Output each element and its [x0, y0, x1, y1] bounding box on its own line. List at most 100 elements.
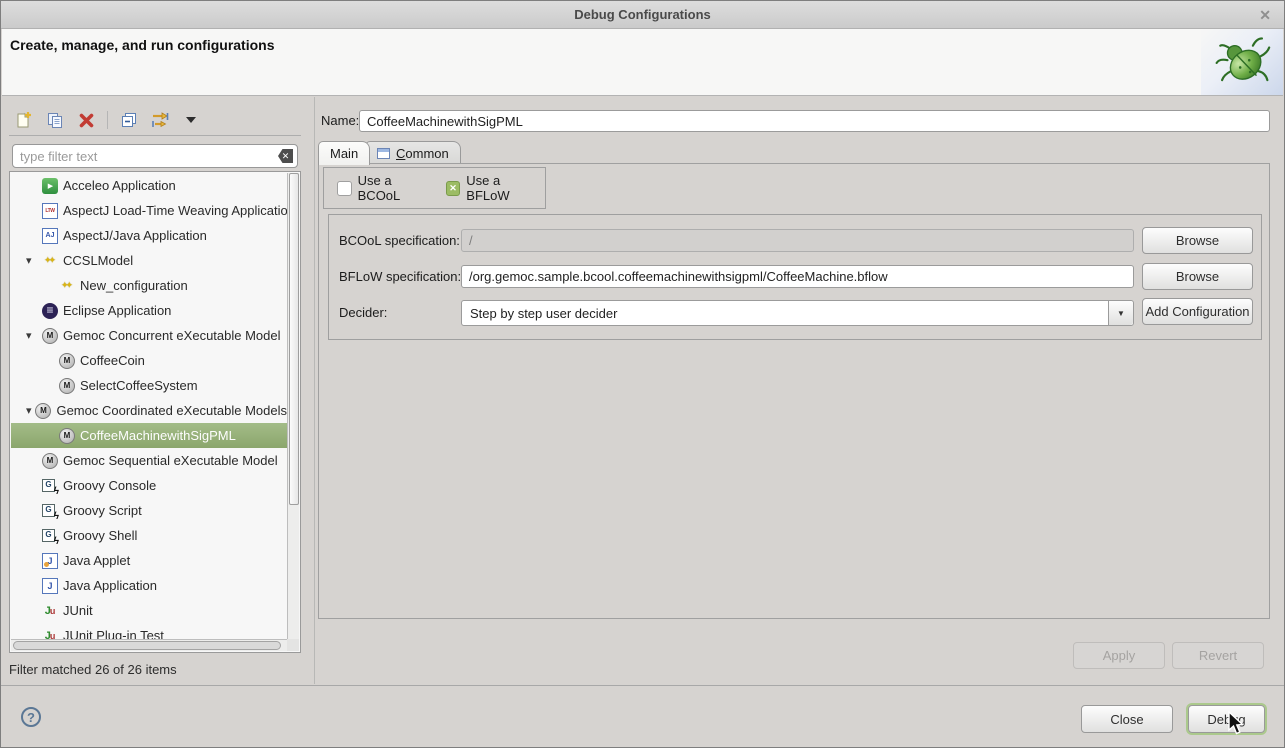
groovy-icon: [42, 478, 58, 494]
bflow-browse-button[interactable]: Browse: [1142, 263, 1253, 290]
window-close-icon[interactable]: ✕: [1259, 6, 1271, 24]
use-bflow-label: Use a BFLoW: [466, 173, 545, 203]
window-titlebar[interactable]: Debug Configurations ✕: [1, 1, 1284, 29]
common-tab-icon: [377, 148, 390, 159]
toolbar-menu-dropdown-icon[interactable]: [181, 110, 201, 130]
toolbar-separator: [107, 111, 108, 129]
tree-item[interactable]: Eclipse Application: [11, 298, 287, 323]
ccsl-icon: [42, 253, 58, 269]
horizontal-scroll-thumb[interactable]: [13, 641, 281, 650]
tree-item[interactable]: ▾ Gemoc Concurrent eXecutable Model: [11, 323, 287, 348]
dialog-button-bar: ? Close Debug: [1, 685, 1284, 747]
decider-value: Step by step user decider: [462, 306, 1108, 321]
tree-item[interactable]: Groovy Console: [11, 473, 287, 498]
tree-item[interactable]: SelectCoffeeSystem: [11, 373, 287, 398]
bflow-spec-input[interactable]: [461, 265, 1134, 288]
tree-item[interactable]: Java Application: [11, 573, 287, 598]
tab-main[interactable]: Main: [318, 141, 370, 165]
bcool-spec-input: [461, 229, 1134, 252]
tree-horizontal-scrollbar[interactable]: [11, 639, 287, 651]
tree-item[interactable]: Gemoc Sequential eXecutable Model: [11, 448, 287, 473]
tree-item[interactable]: ▾ Gemoc Coordinated eXecutable Models: [11, 398, 287, 423]
help-button[interactable]: ?: [21, 707, 41, 727]
mouse-cursor: [1226, 711, 1246, 737]
tree-item[interactable]: Java Applet: [11, 548, 287, 573]
language-choice-group: Use a BCOoL Use a BFLoW: [323, 167, 546, 209]
launch-configurations-tree: Acceleo Application AspectJ Load-Time We…: [9, 171, 301, 653]
name-input[interactable]: [359, 110, 1270, 132]
expander-arrow-icon[interactable]: ▾: [23, 329, 42, 342]
tree-item[interactable]: Groovy Shell: [11, 523, 287, 548]
acceleo-icon: [42, 178, 58, 194]
bcool-browse-button[interactable]: Browse: [1142, 227, 1253, 254]
use-bcool-label: Use a BCOoL: [358, 173, 436, 203]
checkbox-checked-icon[interactable]: [446, 181, 461, 196]
combo-dropdown-icon[interactable]: ▼: [1108, 301, 1133, 325]
use-bcool-checkbox[interactable]: Use a BCOoL: [337, 173, 436, 203]
junit-icon: [42, 603, 58, 619]
duplicate-configuration-icon[interactable]: [45, 110, 65, 130]
groovy-icon: [42, 528, 58, 544]
tree-item[interactable]: JUnit: [11, 598, 287, 623]
launch-types-panel: ✕ Acceleo Application AspectJ Load-Time …: [9, 105, 301, 684]
add-configuration-button[interactable]: Add Configuration: [1142, 298, 1253, 325]
groovy-icon: [42, 503, 58, 519]
decider-combo[interactable]: Step by step user decider ▼: [461, 300, 1134, 326]
filter-configurations-icon[interactable]: [150, 110, 170, 130]
dialog-header: Create, manage, and run configurations: [2, 29, 1283, 96]
gemoc-icon: [42, 453, 58, 469]
expander-arrow-icon[interactable]: ▾: [23, 254, 42, 267]
bcool-spec-label: BCOoL specification:: [339, 233, 460, 248]
junit-plugin-icon: [42, 628, 58, 640]
tree-item[interactable]: JUnit Plug-in Test: [11, 623, 287, 639]
bflow-spec-label: BFLoW specification:: [339, 269, 461, 284]
window-title: Debug Configurations: [574, 7, 711, 22]
main-tab-content: Use a BCOoL Use a BFLoW BCOoL specificat…: [318, 163, 1270, 619]
gemoc-icon: [59, 428, 75, 444]
specification-group: BCOoL specification: Browse BFLoW specif…: [328, 214, 1262, 340]
tree-item[interactable]: AspectJ/Java Application: [11, 223, 287, 248]
aspectj-java-icon: [42, 228, 58, 244]
revert-button[interactable]: Revert: [1172, 642, 1264, 669]
aspectj-ltw-icon: [42, 203, 58, 219]
tree-item[interactable]: AspectJ Load-Time Weaving Application: [11, 198, 287, 223]
apply-button[interactable]: Apply: [1073, 642, 1165, 669]
dialog-header-title: Create, manage, and run configurations: [10, 37, 275, 53]
tree-item[interactable]: Acceleo Application: [11, 173, 287, 198]
gemoc-icon: [59, 353, 75, 369]
ccsl-icon: [59, 278, 75, 294]
gemoc-icon: [35, 403, 51, 419]
gemoc-icon: [59, 378, 75, 394]
name-label: Name:: [321, 113, 359, 128]
java-applet-icon: [42, 553, 58, 569]
question-mark-icon: ?: [27, 710, 35, 725]
tree-item[interactable]: New_configuration: [11, 273, 287, 298]
gemoc-icon: [42, 328, 58, 344]
bug-icon: [1213, 33, 1271, 91]
tree-item[interactable]: ▾ CCSLModel: [11, 248, 287, 273]
checkbox-unchecked-icon[interactable]: [337, 181, 352, 196]
tree-item[interactable]: CoffeeCoin: [11, 348, 287, 373]
filter-status-text: Filter matched 26 of 26 items: [9, 662, 177, 677]
tree-item[interactable]: CoffeeMachinewithSigPML: [11, 423, 287, 448]
expander-arrow-icon[interactable]: ▾: [23, 404, 35, 417]
tree-item[interactable]: Groovy Script: [11, 498, 287, 523]
collapse-all-icon[interactable]: [119, 110, 139, 130]
tab-common[interactable]: Common: [365, 141, 461, 164]
tree-vertical-scrollbar[interactable]: [287, 173, 299, 639]
debug-configurations-dialog: Debug Configurations ✕ Create, manage, a…: [0, 0, 1285, 748]
filter-input[interactable]: [12, 144, 298, 168]
java-application-icon: [42, 578, 58, 594]
configuration-editor-panel: Name: Main Common Use a BCOoL Use a BFLo…: [314, 97, 1278, 684]
config-tree-rows: Acceleo Application AspectJ Load-Time We…: [11, 173, 287, 639]
decider-label: Decider:: [339, 305, 387, 320]
close-button[interactable]: Close: [1081, 705, 1173, 733]
vertical-scroll-thumb[interactable]: [289, 173, 299, 505]
debug-banner: [1201, 29, 1283, 95]
new-configuration-icon[interactable]: [14, 110, 34, 130]
delete-configuration-icon[interactable]: [76, 110, 96, 130]
filter-field-wrap: ✕: [12, 144, 298, 168]
tree-toolbar: [9, 105, 301, 136]
use-bflow-checkbox[interactable]: Use a BFLoW: [446, 173, 545, 203]
scrollbar-corner: [287, 639, 299, 651]
